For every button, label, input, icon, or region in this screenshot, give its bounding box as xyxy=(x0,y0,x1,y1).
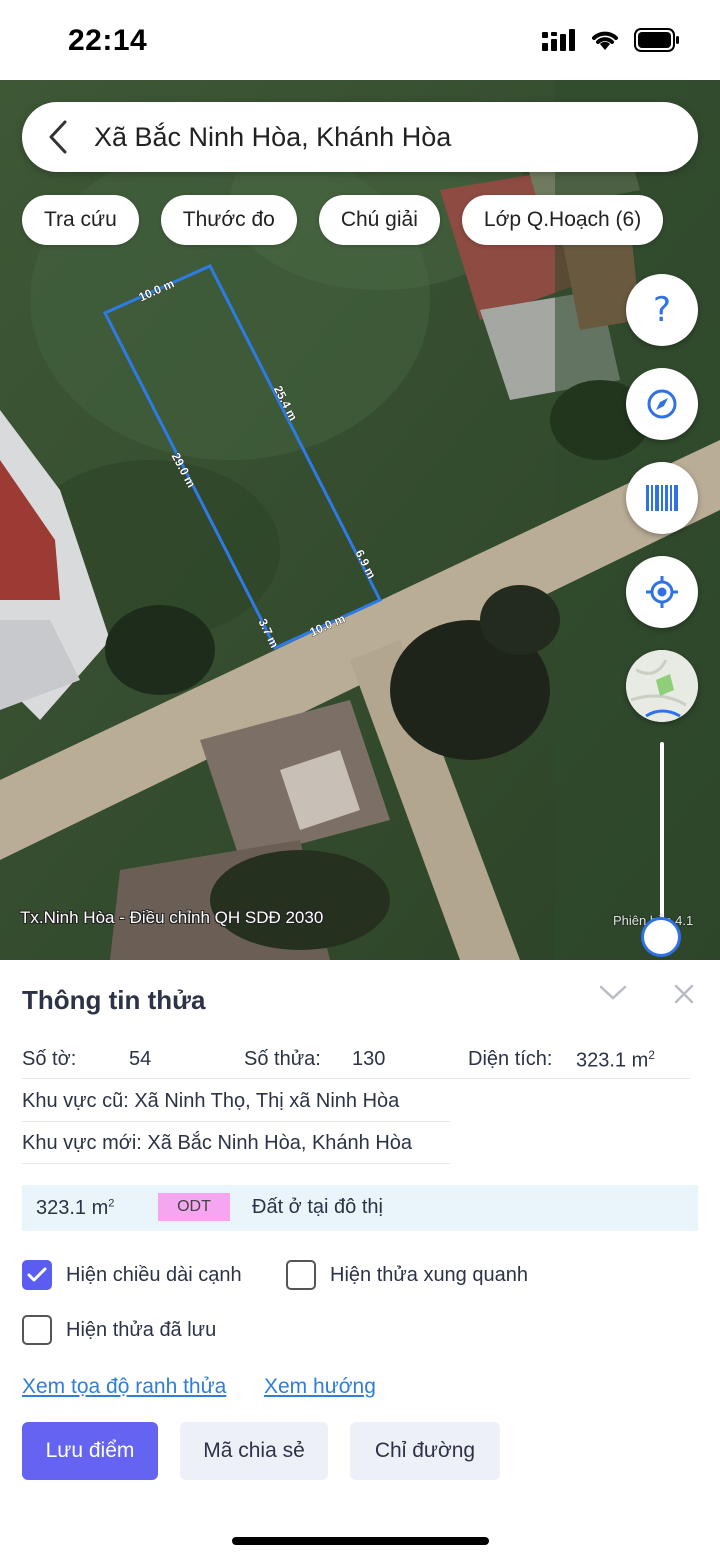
checkbox[interactable] xyxy=(286,1260,316,1290)
land-code-badge: ODT xyxy=(158,1193,230,1221)
chip-thuoc-do[interactable]: Thước đo xyxy=(160,195,297,245)
barcode-button[interactable] xyxy=(626,462,698,534)
show-saved-parcels-option[interactable]: Hiện thửa đã lưu xyxy=(22,1315,216,1345)
chevron-left-icon xyxy=(49,120,67,154)
so-to-label: Số tờ: xyxy=(22,1048,77,1070)
divider xyxy=(22,1121,450,1122)
minimap-button[interactable] xyxy=(626,650,698,722)
location-title[interactable]: Xã Bắc Ninh Hòa, Khánh Hòa xyxy=(94,122,451,153)
toolbar-chips: Tra cứu Thước đo Chú giải Lớp Q.Hoạch (6… xyxy=(22,195,664,245)
collapse-button[interactable] xyxy=(598,982,628,1007)
divider xyxy=(22,1163,450,1164)
status-icons xyxy=(542,28,680,52)
chip-tra-cuu[interactable]: Tra cứu xyxy=(22,195,139,245)
compass-button[interactable] xyxy=(626,368,698,440)
help-button[interactable]: ? xyxy=(626,274,698,346)
battery-icon xyxy=(634,28,679,52)
dien-tich-value: 323.1 m2 xyxy=(576,1048,655,1072)
khu-vuc-moi: Khu vực mới: Xã Bắc Ninh Hòa, Khánh Hòa xyxy=(22,1132,413,1154)
minimap-icon xyxy=(626,650,698,722)
check-icon xyxy=(27,1267,47,1282)
barcode-icon xyxy=(646,485,678,511)
checkbox-label: Hiện thửa đã lưu xyxy=(66,1318,217,1341)
show-edge-length-option[interactable]: Hiện chiều dài cạnh xyxy=(22,1260,242,1290)
show-neighbor-parcels-option[interactable]: Hiện thửa xung quanh xyxy=(286,1260,528,1290)
home-indicator[interactable] xyxy=(232,1537,489,1545)
satellite-map[interactable]: 10.0 m 25.4 m 29.0 m 6.9 m 3.7 m 10.0 m … xyxy=(0,80,720,960)
close-icon xyxy=(674,984,694,1004)
so-to-value: 54 xyxy=(129,1048,152,1070)
land-use-area: 323.1 m2 xyxy=(36,1197,115,1219)
share-code-button[interactable]: Mã chia sẻ xyxy=(180,1422,328,1480)
close-button[interactable] xyxy=(672,982,696,1011)
locate-button[interactable] xyxy=(626,556,698,628)
so-thua-label: Số thửa: xyxy=(244,1048,321,1070)
divider xyxy=(22,1078,690,1079)
chip-lop-quy-hoach[interactable]: Lớp Q.Hoạch (6) xyxy=(461,195,664,245)
view-direction-link[interactable]: Xem hướng xyxy=(264,1375,376,1399)
signal-icon xyxy=(542,29,575,51)
wifi-icon xyxy=(592,31,618,50)
compass-icon xyxy=(647,389,677,419)
so-thua-value: 130 xyxy=(352,1048,386,1070)
zoom-slider-track[interactable] xyxy=(660,742,664,937)
help-icon: ? xyxy=(652,290,672,330)
directions-button[interactable]: Chỉ đường xyxy=(350,1422,500,1480)
view-boundary-coordinates-link[interactable]: Xem tọa độ ranh thửa xyxy=(22,1375,226,1399)
land-use-row: 323.1 m2 ODT Đất ở tại đô thị xyxy=(22,1185,698,1231)
chip-chu-giai[interactable]: Chú giải xyxy=(318,195,440,245)
panel-title: Thông tin thửa xyxy=(22,985,206,1015)
parcel-info-panel: Thông tin thửa Số tờ: 54 Số thửa: 130 Di… xyxy=(0,960,720,1559)
checkbox[interactable] xyxy=(22,1315,52,1345)
save-point-button[interactable]: Lưu điểm xyxy=(22,1422,158,1480)
status-bar: 22:14 xyxy=(0,0,720,80)
dien-tich-label: Diện tích: xyxy=(468,1048,553,1070)
map-layer-label: Tx.Ninh Hòa - Điều chỉnh QH SDĐ 2030 xyxy=(20,908,324,927)
search-bar[interactable]: Xã Bắc Ninh Hòa, Khánh Hòa xyxy=(22,102,698,172)
status-time: 22:14 xyxy=(68,24,148,57)
khu-vuc-cu: Khu vực cũ: Xã Ninh Thọ, Thị xã Ninh Hòa xyxy=(22,1090,400,1112)
checkbox-label: Hiện chiều dài cạnh xyxy=(66,1263,242,1286)
land-use-type: Đất ở tại đô thị xyxy=(252,1196,383,1218)
zoom-slider-handle[interactable] xyxy=(641,917,681,957)
locate-icon xyxy=(646,576,678,608)
chevron-down-icon xyxy=(599,985,627,1000)
back-button[interactable] xyxy=(22,102,94,172)
checkbox-checked[interactable] xyxy=(22,1260,52,1290)
checkbox-label: Hiện thửa xung quanh xyxy=(330,1263,528,1286)
